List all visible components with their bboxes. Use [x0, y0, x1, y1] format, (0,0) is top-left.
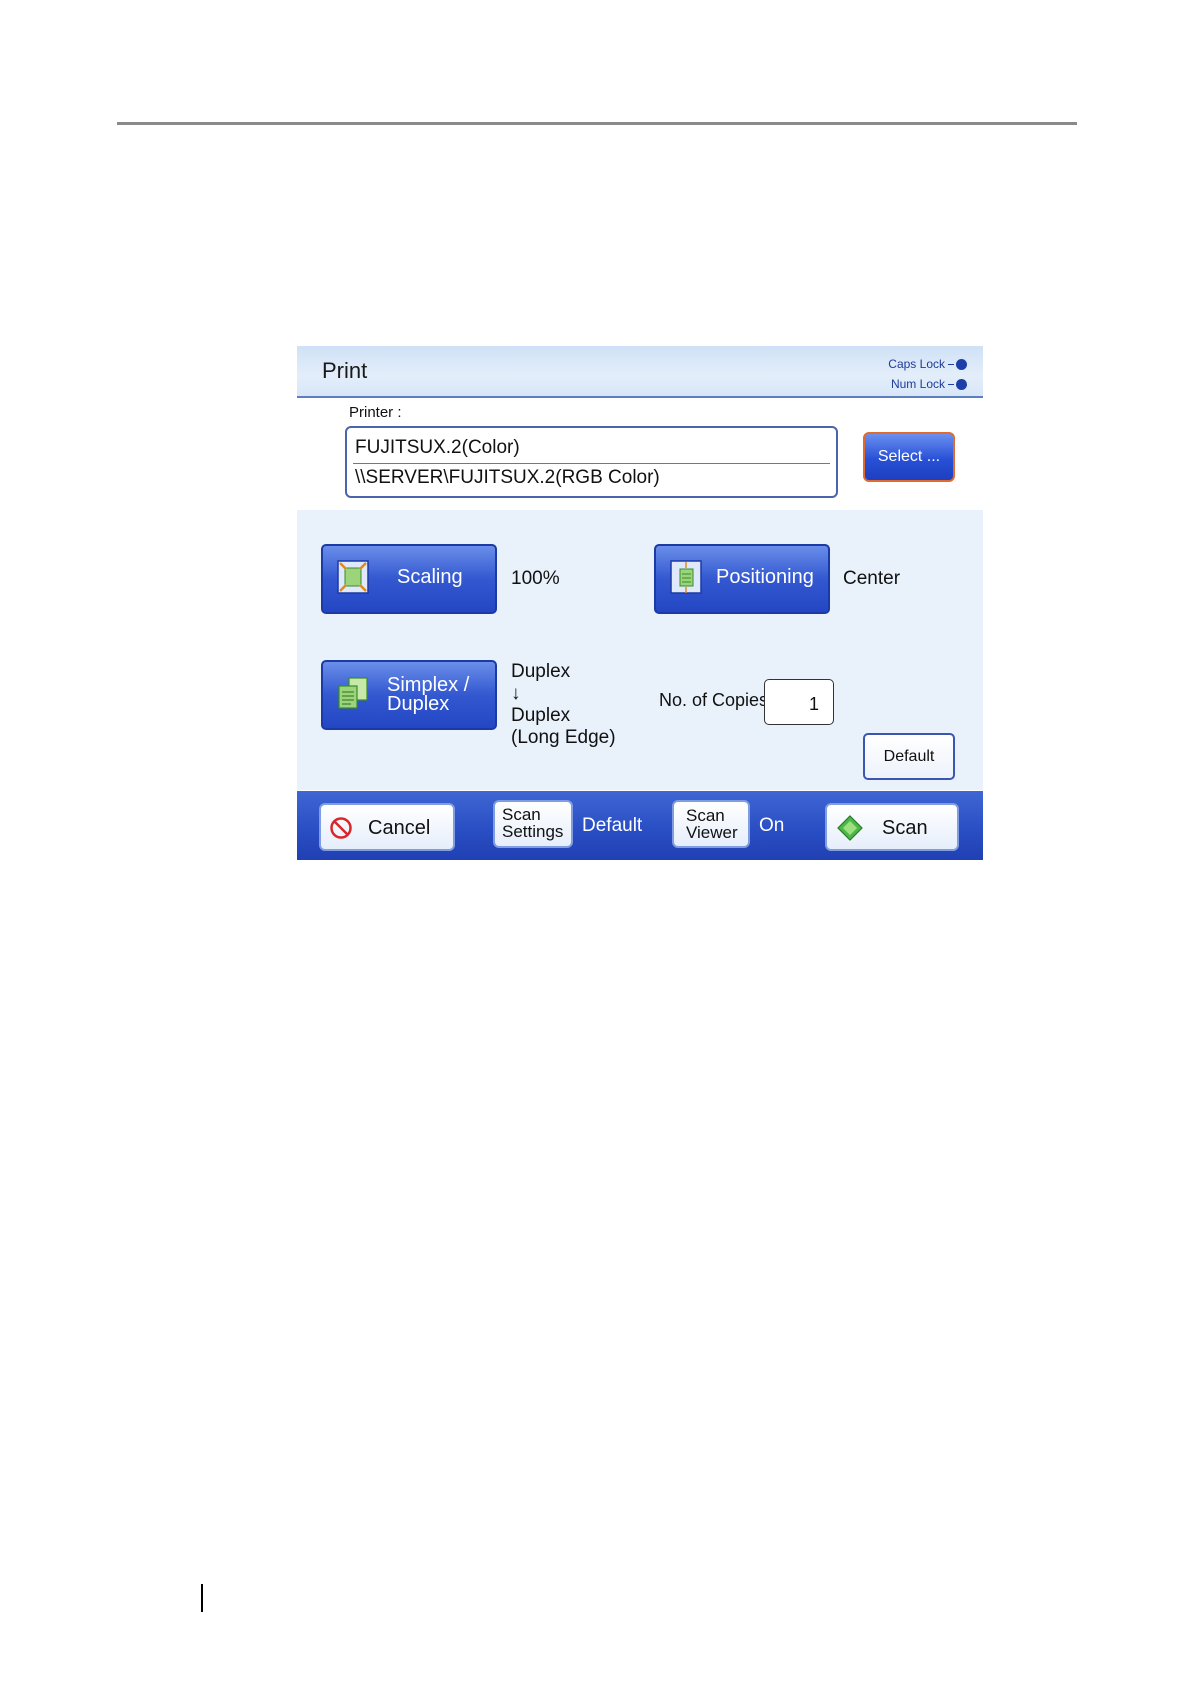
print-dialog: Print Caps Lock Num Lock Printer : FUJIT… [297, 346, 983, 860]
select-printer-button[interactable]: Select ... [863, 432, 955, 482]
page-top-rule [117, 122, 1077, 125]
scan-label: Scan [882, 817, 928, 839]
copies-value: 1 [808, 694, 819, 714]
printer-path: \\SERVER\FUJITSUX.2(RGB Color) [355, 467, 660, 488]
scan-viewer-line1: Scan [686, 806, 725, 825]
printer-label: Printer : [349, 404, 402, 421]
scan-settings-line2: Settings [502, 822, 564, 841]
scaling-label: Scaling [397, 566, 463, 588]
scan-settings-button[interactable]: Scan Settings [493, 800, 573, 848]
scan-settings-value: Default [582, 815, 643, 836]
cancel-button[interactable]: Cancel [319, 803, 455, 851]
num-lock-label: Num Lock [890, 377, 945, 391]
simplex-duplex-button[interactable]: Simplex / Duplex [321, 660, 497, 730]
caps-lock-indicator: Caps Lock [888, 357, 967, 371]
settings-panel: Scaling 100% Positioning Center Simplex … [297, 510, 983, 790]
scan-viewer-label: Scan Viewer [686, 807, 738, 841]
footer-bar: Cancel Scan Settings Default Scan Viewer… [297, 791, 983, 860]
caps-lock-label: Caps Lock [888, 357, 945, 371]
scan-settings-line1: Scan [502, 805, 541, 824]
positioning-icon [670, 560, 702, 594]
scan-viewer-button[interactable]: Scan Viewer [672, 800, 750, 848]
copies-field[interactable]: 1 [764, 679, 834, 725]
printer-divider [353, 463, 830, 464]
dialog-title: Print [322, 358, 368, 383]
scaling-value: 100% [511, 568, 560, 589]
scaling-button[interactable]: Scaling [321, 544, 497, 614]
positioning-button[interactable]: Positioning [654, 544, 830, 614]
scan-viewer-line2: Viewer [686, 823, 738, 842]
default-button[interactable]: Default [863, 733, 955, 780]
num-lock-indicator: Num Lock [891, 377, 967, 391]
positioning-value: Center [843, 568, 901, 589]
positioning-label: Positioning [716, 566, 814, 588]
scaling-icon [337, 560, 369, 594]
simplex-duplex-label: Simplex / Duplex [387, 675, 469, 715]
printer-display: FUJITSUX.2(Color) \\SERVER\FUJITSUX.2(RG… [345, 426, 838, 498]
duplex-value: Duplex ↓ Duplex (Long Edge) [511, 661, 616, 749]
simplex-label-line2: Duplex [387, 693, 450, 715]
page-margin-mark [201, 1584, 203, 1612]
title-bar: Print Caps Lock Num Lock [297, 346, 983, 398]
green-diamond-icon [837, 815, 863, 841]
num-lock-led-icon [956, 379, 967, 391]
duplex-arrow: ↓ [511, 683, 521, 704]
scan-button[interactable]: Scan [825, 803, 959, 851]
prohibited-icon [330, 817, 352, 839]
scan-viewer-value: On [759, 815, 785, 836]
duplex-value-line3: (Long Edge) [511, 727, 616, 748]
duplex-value-line2: Duplex [511, 705, 571, 726]
scan-settings-label: Scan Settings [502, 806, 563, 840]
duplex-pages-icon [338, 677, 368, 709]
printer-name: FUJITSUX.2(Color) [355, 437, 520, 458]
copies-label: No. of Copies [659, 690, 769, 710]
duplex-value-line1: Duplex [511, 661, 571, 682]
caps-lock-led-icon [956, 359, 967, 371]
cancel-label: Cancel [368, 817, 431, 839]
